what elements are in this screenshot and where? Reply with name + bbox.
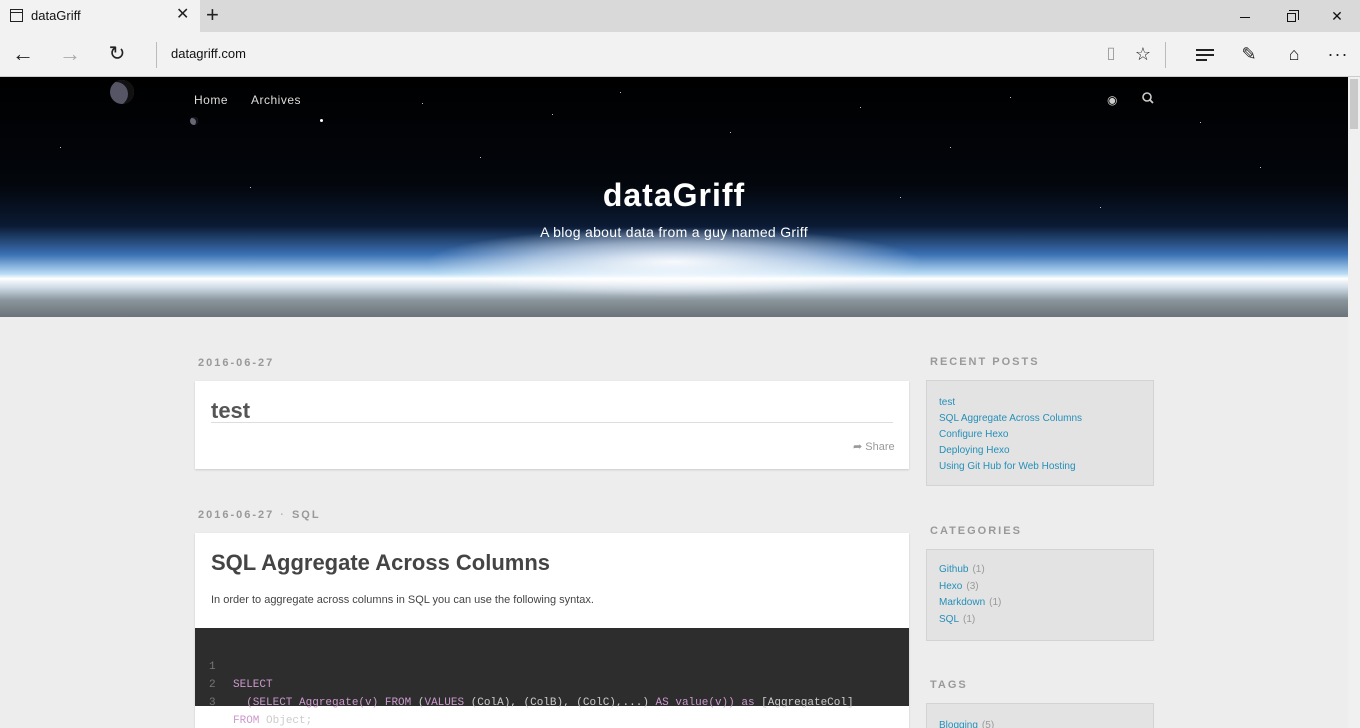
moon-image: [190, 117, 198, 125]
browser-tab[interactable]: dataGriff ✕: [0, 0, 200, 32]
category-item: SQL (1): [939, 614, 975, 625]
post-date[interactable]: 2016-06-27: [198, 509, 274, 521]
site-title[interactable]: dataGriff: [0, 177, 1348, 214]
recent-posts-widget: test SQL Aggregate Across Columns Config…: [926, 380, 1154, 486]
recent-post-link[interactable]: test: [939, 397, 955, 408]
forward-arrow-icon[interactable]: →: [55, 40, 85, 70]
recent-post-link[interactable]: Using Git Hub for Web Hosting: [939, 461, 1076, 472]
divider: [211, 422, 893, 423]
tag-count: (5): [981, 720, 995, 728]
tags-widget: Blogging (5): [926, 703, 1154, 728]
web-page: Home Archives ◉ dataGriff A blog about d…: [0, 77, 1348, 728]
rss-icon[interactable]: ◉: [1107, 93, 1117, 107]
reading-view-icon[interactable]: ▯: [1098, 42, 1124, 68]
close-tab-icon[interactable]: ✕: [176, 6, 189, 24]
post-date[interactable]: 2016-06-27: [198, 357, 274, 369]
tab-title: dataGriff: [31, 8, 81, 23]
favorite-star-icon[interactable]: ☆: [1130, 42, 1156, 68]
category-count: (1): [963, 614, 976, 625]
hub-icon[interactable]: [1192, 42, 1218, 68]
recent-post-link[interactable]: Configure Hexo: [939, 429, 1008, 440]
category-link[interactable]: Hexo: [939, 581, 962, 592]
category-link[interactable]: Markdown: [939, 597, 985, 608]
scrollbar-thumb[interactable]: [1350, 79, 1358, 129]
share-icon: ➦: [853, 441, 863, 453]
categories-widget: Github (1) Hexo (3) Markdown (1) SQL (1): [926, 549, 1154, 641]
divider: [1165, 42, 1166, 68]
category-count: (1): [989, 597, 1002, 608]
search-icon[interactable]: [1141, 91, 1155, 105]
category-item: Hexo (3): [939, 581, 979, 592]
post-title[interactable]: test: [211, 398, 250, 424]
tags-heading: TAGS: [930, 679, 968, 691]
share-icon[interactable]: ⌂: [1281, 42, 1307, 68]
post-card: test ➦ Share: [195, 381, 909, 469]
header-banner: Home Archives ◉ dataGriff A blog about d…: [0, 77, 1348, 317]
moon-image: [110, 80, 134, 104]
new-tab-button[interactable]: +: [206, 3, 219, 27]
category-count: (3): [966, 581, 979, 592]
category-link[interactable]: Github: [939, 564, 968, 575]
divider: [156, 42, 157, 68]
category-link[interactable]: SQL: [939, 614, 959, 625]
more-icon[interactable]: ···: [1325, 42, 1351, 68]
category-item: Markdown (1): [939, 597, 1001, 608]
scrollbar[interactable]: [1348, 77, 1360, 728]
address-bar: ← → ↻ datagriff.com ▯ ☆ ✎ ⌂ ···: [0, 32, 1360, 77]
recent-post-link[interactable]: Deploying Hexo: [939, 445, 1010, 456]
site-subtitle: A blog about data from a guy named Griff: [540, 224, 808, 240]
post-card: SQL Aggregate Across Columns In order to…: [195, 533, 909, 728]
post-meta: 2016-06-27 · SQL: [198, 509, 321, 521]
refresh-icon[interactable]: ↻: [102, 40, 132, 70]
browser-tab-bar: dataGriff ✕ + ✕: [0, 0, 1360, 32]
back-arrow-icon[interactable]: ←: [8, 40, 38, 70]
post-title[interactable]: SQL Aggregate Across Columns: [211, 550, 550, 576]
minimize-button[interactable]: [1222, 0, 1268, 32]
page-icon: [10, 9, 23, 22]
recent-posts-heading: RECENT POSTS: [930, 356, 1040, 368]
nav-home-link[interactable]: Home: [194, 93, 228, 107]
category-item: Github (1): [939, 564, 985, 575]
category-count: (1): [972, 564, 985, 575]
web-note-icon[interactable]: ✎: [1236, 42, 1262, 68]
tag-item: Blogging (5): [939, 720, 994, 728]
code-block: 1 SELECT 2 (SELECT Aggregate(v) FROM (VA…: [195, 628, 909, 727]
post-excerpt: In order to aggregate across columns in …: [211, 594, 594, 606]
close-window-button[interactable]: ✕: [1314, 0, 1360, 32]
post-category[interactable]: SQL: [292, 509, 321, 521]
nav-archives-link[interactable]: Archives: [251, 93, 301, 107]
url-field[interactable]: datagriff.com: [171, 46, 246, 61]
share-button[interactable]: ➦ Share: [853, 440, 895, 453]
share-label: Share: [865, 441, 895, 453]
restore-button[interactable]: [1268, 0, 1314, 32]
recent-post-link[interactable]: SQL Aggregate Across Columns: [939, 413, 1082, 424]
tag-link[interactable]: Blogging: [939, 720, 978, 728]
categories-heading: CATEGORIES: [930, 525, 1022, 537]
